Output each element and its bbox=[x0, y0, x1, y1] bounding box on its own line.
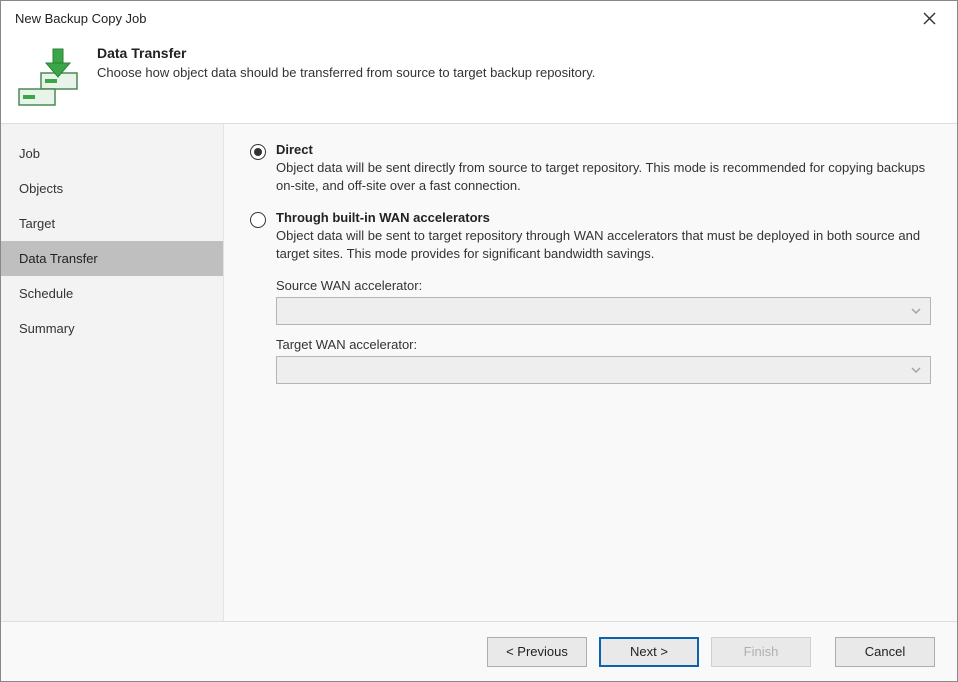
sidebar-item-schedule[interactable]: Schedule bbox=[1, 276, 223, 311]
sidebar-item-job[interactable]: Job bbox=[1, 136, 223, 171]
source-wan-group: Source WAN accelerator: bbox=[276, 278, 931, 325]
source-wan-label: Source WAN accelerator: bbox=[276, 278, 931, 293]
data-transfer-icon bbox=[17, 45, 79, 107]
wizard-content: Direct Object data will be sent directly… bbox=[224, 124, 957, 621]
option-direct-desc: Object data will be sent directly from s… bbox=[276, 159, 931, 194]
chevron-down-icon bbox=[910, 305, 922, 317]
previous-button[interactable]: < Previous bbox=[487, 637, 587, 667]
header-text: Data Transfer Choose how object data sho… bbox=[97, 45, 595, 80]
window-title: New Backup Copy Job bbox=[15, 11, 909, 26]
source-wan-select[interactable] bbox=[276, 297, 931, 325]
target-wan-label: Target WAN accelerator: bbox=[276, 337, 931, 352]
option-direct[interactable]: Direct Object data will be sent directly… bbox=[250, 142, 931, 194]
wizard-sidebar: Job Objects Target Data Transfer Schedul… bbox=[1, 124, 224, 621]
target-wan-group: Target WAN accelerator: bbox=[276, 337, 931, 384]
sidebar-item-target[interactable]: Target bbox=[1, 206, 223, 241]
option-wan-desc: Object data will be sent to target repos… bbox=[276, 227, 931, 262]
close-button[interactable] bbox=[909, 4, 949, 32]
page-title: Data Transfer bbox=[97, 45, 595, 61]
wizard-body: Job Objects Target Data Transfer Schedul… bbox=[1, 123, 957, 621]
finish-button: Finish bbox=[711, 637, 811, 667]
target-wan-select[interactable] bbox=[276, 356, 931, 384]
chevron-down-icon bbox=[910, 364, 922, 376]
wizard-footer: < Previous Next > Finish Cancel bbox=[1, 621, 957, 681]
page-subtitle: Choose how object data should be transfe… bbox=[97, 65, 595, 80]
cancel-button[interactable]: Cancel bbox=[835, 637, 935, 667]
close-icon bbox=[923, 12, 936, 25]
sidebar-item-objects[interactable]: Objects bbox=[1, 171, 223, 206]
option-wan-label: Through built-in WAN accelerators bbox=[276, 210, 931, 225]
option-wan[interactable]: Through built-in WAN accelerators Object… bbox=[250, 210, 931, 262]
sidebar-item-data-transfer[interactable]: Data Transfer bbox=[1, 241, 223, 276]
wizard-window: New Backup Copy Job bbox=[0, 0, 958, 682]
titlebar: New Backup Copy Job bbox=[1, 1, 957, 35]
radio-direct[interactable] bbox=[250, 144, 266, 160]
radio-wan[interactable] bbox=[250, 212, 266, 228]
header: Data Transfer Choose how object data sho… bbox=[1, 35, 957, 123]
sidebar-item-summary[interactable]: Summary bbox=[1, 311, 223, 346]
option-direct-label: Direct bbox=[276, 142, 931, 157]
next-button[interactable]: Next > bbox=[599, 637, 699, 667]
